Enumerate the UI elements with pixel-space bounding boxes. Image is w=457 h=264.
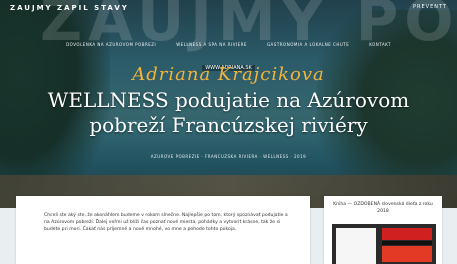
author-script-name: Adriana Krajcikova xyxy=(132,64,325,85)
nav-item[interactable]: DOVOLENKA NA AZUROVOM POBREZI xyxy=(66,42,156,54)
book-stripe xyxy=(382,241,432,245)
book-red-band-2 xyxy=(382,246,432,262)
nav-item[interactable]: WELLNESS A SPA NA RIVIERE xyxy=(176,42,247,54)
page-title: WELLNESS podujatie na Azúrovom pobreží F… xyxy=(47,88,410,137)
article-card: Chceli ste aký ste, že akonáhlem budeme … xyxy=(16,196,310,264)
book-cover-image[interactable] xyxy=(332,224,436,264)
book-red-band xyxy=(382,228,432,240)
post-meta: AZUROVE POBREZIE · FRANCUZSKA RIVIERA · … xyxy=(150,154,307,159)
nav-item[interactable]: GASTRONOMIA A LOKALNE CHUTE xyxy=(267,42,349,54)
top-right-link[interactable]: PREVENTT xyxy=(413,4,447,10)
sidebar-widget: Kniha — OZDOBENÁ slovenská dieťa z roku … xyxy=(324,196,442,264)
hero-banner: ZAUJMY POBREZ ZAUJMY ZAPIL STAVY PREVENT… xyxy=(0,0,457,208)
book-portrait xyxy=(336,228,376,264)
main-nav: DOVOLENKA NA AZUROVOM POBREZI WELLNESS A… xyxy=(0,42,457,54)
article-excerpt: Chceli ste aký ste, že akonáhlem budeme … xyxy=(44,213,288,232)
site-logo[interactable]: ZAUJMY ZAPIL STAVY xyxy=(10,4,129,12)
nav-item[interactable]: KONTAKT xyxy=(369,42,391,54)
sidebar-title: Kniha — OZDOBENÁ slovenská dieťa z roku … xyxy=(333,202,433,214)
